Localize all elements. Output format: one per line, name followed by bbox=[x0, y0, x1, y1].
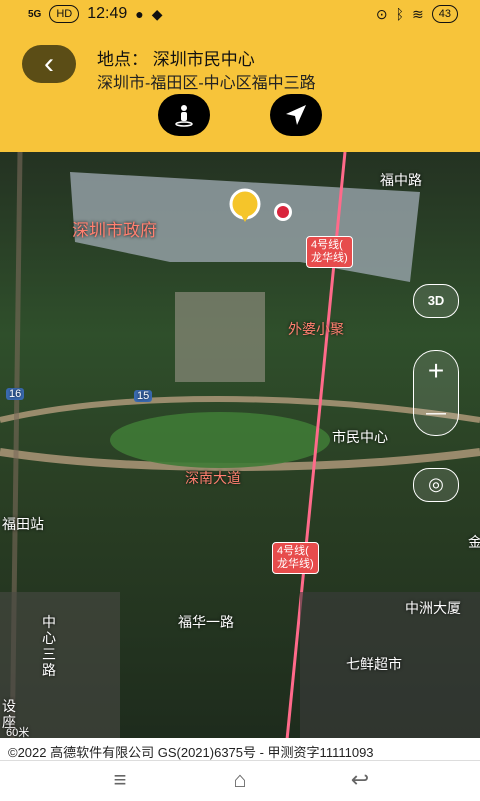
network-indicator: 5G bbox=[28, 8, 42, 20]
map-label-zhongzhou: 中洲大厦 bbox=[405, 600, 461, 616]
copyright-text: ©2022 高德软件有限公司 GS(2021)6375号 - 甲测资字11111… bbox=[8, 745, 374, 760]
system-nav-bar: ≡ ⌂ ↩ bbox=[0, 760, 480, 801]
map-label-zhongxin-san: 中心三路 bbox=[42, 614, 56, 678]
map-copyright: ©2022 高德软件有限公司 GS(2021)6375号 - 甲测资字11111… bbox=[0, 738, 480, 760]
navigation-arrow-icon bbox=[286, 105, 306, 125]
location-address: 深圳市-福田区-中心区福中三路 bbox=[97, 75, 316, 92]
metro-line-badge: 4号线( 龙华线) bbox=[272, 542, 319, 574]
road-number-badge: 16 bbox=[6, 388, 25, 400]
3d-toggle-button[interactable]: 3D bbox=[413, 284, 459, 318]
home-icon: ⌂ bbox=[233, 767, 247, 792]
alarm-icon: ⊙ bbox=[375, 5, 388, 22]
chevron-left-icon: ‹ bbox=[44, 47, 54, 80]
status-time: 12:49 bbox=[87, 5, 128, 22]
home-nav-button[interactable]: ⌂ bbox=[220, 767, 260, 793]
chat-icon: ● bbox=[135, 6, 144, 22]
status-bar: 5G HD 12:49 ● ◆ ⊙ ᛒ ≋ 43 bbox=[0, 0, 480, 30]
metro-line-badge: 4号线( 龙华线) bbox=[306, 236, 353, 268]
crosshair-icon: ◎ bbox=[428, 474, 444, 494]
map-background bbox=[0, 152, 480, 760]
map-label-civic-center: 市民中心 bbox=[332, 429, 388, 445]
battery-indicator: 43 bbox=[431, 5, 458, 23]
location-header: ‹ 地点： 深圳市民中心 深圳市-福田区-中心区福中三路 bbox=[0, 30, 480, 152]
wifi-icon: ≋ bbox=[412, 5, 424, 22]
map-label-shennan-road: 深南大道 bbox=[185, 470, 241, 486]
back-button[interactable]: ‹ bbox=[22, 45, 76, 83]
hd-badge: HD bbox=[49, 5, 80, 23]
bluetooth-icon: ᛒ bbox=[395, 6, 405, 22]
back-nav-button[interactable]: ↩ bbox=[340, 767, 380, 793]
return-icon: ↩ bbox=[350, 767, 370, 792]
map-label-gov: 深圳市政府 bbox=[72, 221, 157, 240]
person-icon bbox=[175, 105, 193, 127]
menu-nav-button[interactable]: ≡ bbox=[100, 767, 140, 793]
map-label-waipo: 外婆小聚 bbox=[288, 321, 344, 337]
menu-icon: ≡ bbox=[113, 767, 127, 792]
map-label-futian-station: 福田站 bbox=[2, 516, 44, 532]
zoom-out-button[interactable]: — bbox=[414, 393, 458, 435]
map-label-fuzhong-road: 福中路 bbox=[380, 172, 422, 188]
map-label-jin: 金 bbox=[468, 534, 480, 550]
locate-me-button[interactable]: ◎ bbox=[413, 468, 459, 502]
location-title: 地点： 深圳市民中心 bbox=[97, 50, 255, 69]
location-dot-icon: ◆ bbox=[151, 5, 163, 22]
map-label-qixian: 七鲜超市 bbox=[346, 656, 402, 672]
road-number-badge: 15 bbox=[134, 390, 153, 402]
navigate-button[interactable] bbox=[270, 94, 322, 136]
map-label-fuhua-road: 福华一路 bbox=[178, 614, 234, 630]
zoom-control: + — bbox=[413, 350, 459, 436]
zoom-in-button[interactable]: + bbox=[414, 351, 458, 393]
street-view-button[interactable] bbox=[158, 94, 210, 136]
satellite-map[interactable]: 福中路 深圳市政府 4号线( 龙华线) 外婆小聚 市民中心 深南大道 福田站 4… bbox=[0, 152, 480, 760]
